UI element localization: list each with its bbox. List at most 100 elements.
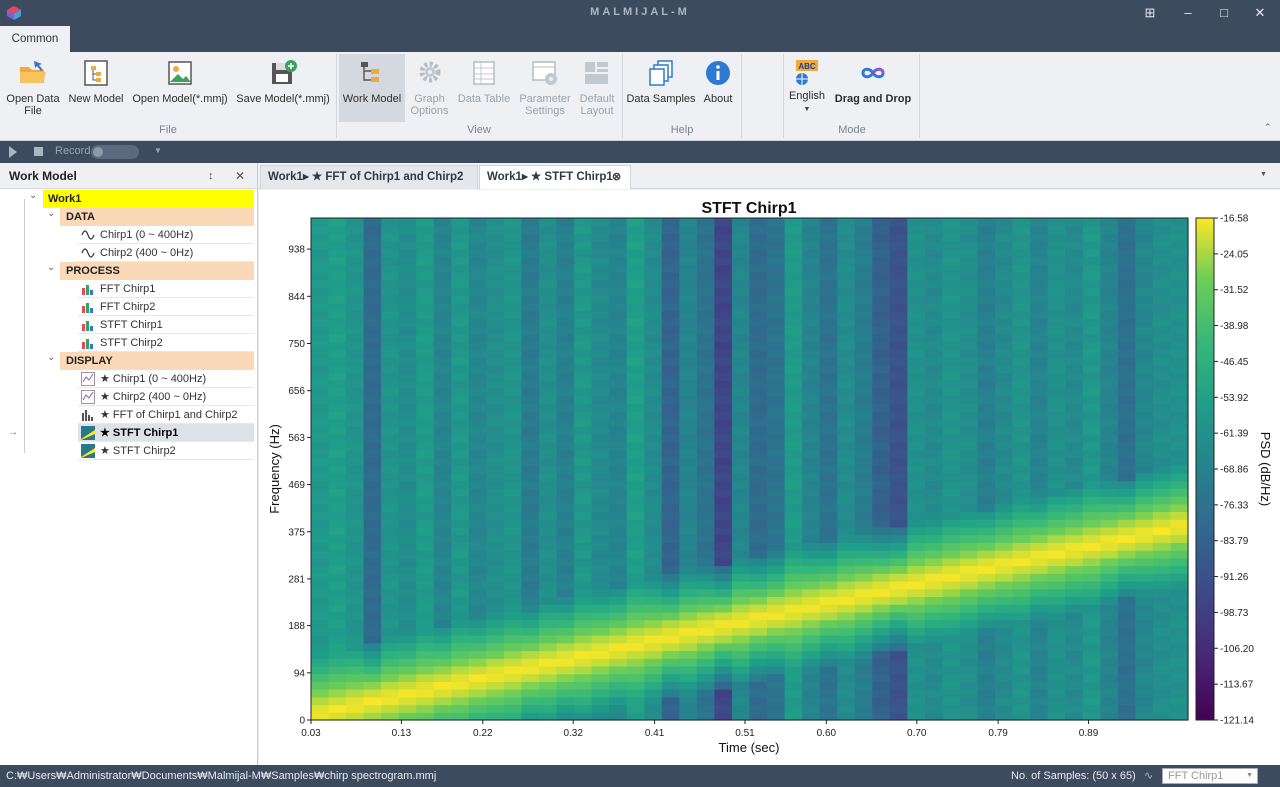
tree-item[interactable]: ★ STFT Chirp1 (78, 424, 254, 442)
heatmap-cell (749, 333, 768, 343)
heatmap-cell (433, 550, 452, 559)
heatmap-cell (451, 411, 470, 420)
heatmap-cell (521, 233, 540, 242)
default-layout-button[interactable]: Default Layout (576, 54, 618, 126)
heatmap-cell (503, 596, 523, 605)
tree-item[interactable]: ★ FFT of Chirp1 and Chirp2 (78, 406, 254, 424)
restore-layout-icon[interactable]: ⊞ (1135, 3, 1165, 23)
data-samples-button[interactable]: Data Samples (626, 54, 696, 126)
heatmap-cell (731, 588, 751, 598)
tab-fft-of-chirp1-and-chirp2[interactable]: Work1▸ ★ FFT of Chirp1 and Chirp2 (260, 165, 478, 189)
data-table-button[interactable]: Data Table (455, 54, 513, 126)
close-panel-icon[interactable]: ✕ (235, 163, 245, 189)
expand-icon[interactable]: ⌄ (29, 187, 37, 205)
tab-stft-chirp1[interactable]: Work1▸ ★ STFT Chirp1 ⊗ (479, 165, 631, 189)
heatmap-cell (661, 357, 680, 366)
x-tick-label: 0.41 (645, 728, 665, 739)
about-button[interactable]: About (699, 54, 737, 126)
heatmap-cell (977, 403, 996, 412)
heatmap-cell (521, 248, 540, 258)
tab-list-dropdown-icon[interactable]: ▼ (1260, 171, 1267, 178)
heatmap-cell (1065, 650, 1084, 659)
heatmap-cell (609, 457, 628, 466)
tree-category-display[interactable]: DISPLAY (60, 352, 254, 370)
tree-item[interactable]: ★ Chirp2 (400 ~ 0Hz) (78, 388, 254, 406)
heatmap-cell (311, 364, 330, 374)
expand-icon[interactable]: ⌄ (47, 349, 55, 367)
save-model-button[interactable]: Save Model(*.mmj) (234, 54, 332, 126)
heatmap-cell (1152, 295, 1172, 304)
heatmap-cell (1047, 689, 1066, 698)
stft-heatmap-chart[interactable]: STFT Chirp1 0.03 0.13 0.22 0.32 0.41 0.51 0.60… (259, 190, 1280, 765)
expand-icon[interactable]: ⌄ (47, 259, 55, 277)
heatmap-cell (767, 519, 786, 528)
heatmap-cell (872, 635, 891, 644)
language-dropdown[interactable]: ABC English ▼ (787, 54, 827, 126)
tree-item[interactable]: Chirp2 (400 ~ 0Hz) (78, 244, 254, 262)
tree-item[interactable]: FFT Chirp1 (78, 280, 254, 298)
heatmap-cell (609, 310, 628, 319)
heatmap-cell (468, 333, 487, 343)
tree-item[interactable]: STFT Chirp2 (78, 334, 254, 352)
stop-icon[interactable] (34, 147, 43, 156)
collapse-ribbon-icon[interactable]: ⌃ (1264, 122, 1272, 133)
heatmap-cell (1012, 665, 1031, 675)
heatmap-cell (889, 673, 908, 682)
heatmap-cell (749, 357, 768, 366)
heatmap-cell (521, 557, 540, 567)
heatmap-cell (503, 673, 523, 682)
heatmap-cell (363, 580, 382, 590)
heatmap-cell (1170, 318, 1189, 327)
close-tab-icon[interactable]: ⊗ (612, 166, 621, 188)
new-model-button[interactable]: New Model (66, 54, 126, 126)
drag-and-drop-button[interactable]: Drag and Drop (832, 54, 914, 126)
heatmap-cell (1135, 712, 1154, 721)
heatmap-cell (311, 434, 330, 443)
heatmap-cell (854, 364, 873, 374)
maximize-button[interactable]: □ (1209, 3, 1239, 23)
record-toggle[interactable] (91, 145, 139, 159)
heatmap-cell (872, 256, 891, 265)
parameter-settings-button[interactable]: Parameter Settings (517, 54, 573, 126)
heatmap-cell (609, 650, 628, 659)
tab-common[interactable]: Common (0, 26, 70, 52)
heatmap-cell (451, 534, 470, 543)
heatmap-cell (784, 357, 803, 366)
tree-item[interactable]: Chirp1 (0 ~ 400Hz) (78, 226, 254, 244)
tree-category-process[interactable]: PROCESS (60, 262, 254, 280)
heatmap-cell (346, 233, 365, 242)
heatmap-cell (521, 295, 540, 304)
tree-item[interactable]: FFT Chirp2 (78, 298, 254, 316)
heatmap-cell (679, 596, 698, 605)
heatmap-cell (416, 295, 435, 304)
open-model-button[interactable]: Open Model(*.mmj) (131, 54, 229, 126)
pin-icon[interactable]: ↕ (208, 163, 214, 189)
heatmap-cell (1170, 604, 1189, 613)
heatmap-cell (503, 472, 523, 482)
heatmap-cell (468, 550, 487, 559)
tree-item[interactable]: ★ Chirp1 (0 ~ 400Hz) (78, 370, 254, 388)
heatmap-cell (749, 225, 768, 235)
graph-options-button[interactable]: Graph Options (407, 54, 452, 126)
heatmap-cell (381, 256, 400, 265)
heatmap-cell (363, 272, 382, 281)
minimize-button[interactable]: – (1173, 3, 1203, 23)
tree-root-work1[interactable]: Work1 (43, 190, 254, 208)
heatmap-cell (1012, 565, 1031, 574)
heatmap-cell (995, 642, 1014, 652)
expand-icon[interactable]: ⌄ (47, 205, 55, 223)
heatmap-cell (837, 627, 856, 636)
tree-category-data[interactable]: DATA (60, 208, 254, 226)
series-selector[interactable]: FFT Chirp1 ▼ (1162, 768, 1258, 784)
close-button[interactable]: ✕ (1245, 3, 1275, 23)
heatmap-cell (311, 642, 330, 652)
heatmap-cell (802, 449, 821, 459)
heatmap-cell (521, 357, 540, 366)
play-icon[interactable] (9, 146, 17, 158)
tree-item[interactable]: STFT Chirp1 (78, 316, 254, 334)
tree-item[interactable]: ★ STFT Chirp2 (78, 442, 254, 460)
work-model-button[interactable]: Work Model (339, 54, 405, 122)
record-dropdown-icon[interactable]: ▼ (154, 146, 162, 155)
heatmap-cell (889, 295, 908, 304)
open-data-file-button[interactable]: Open Data File (2, 54, 64, 126)
